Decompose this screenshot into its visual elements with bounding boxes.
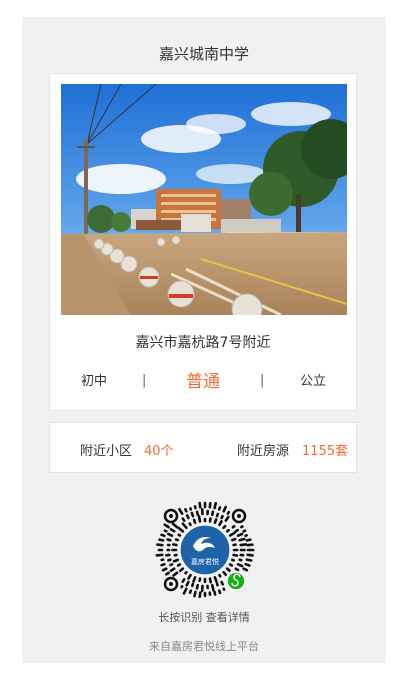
school-attributes: 初中 | 普通 | 公立	[50, 370, 356, 394]
separator: |	[142, 373, 147, 388]
school-address: 嘉兴市嘉杭路7号附近	[135, 335, 271, 351]
nearby-listings-count: 1155套	[302, 444, 349, 459]
scan-hint: 长按识别 查看详情	[158, 611, 250, 624]
poster-panel: 嘉兴城南中学 嘉兴市嘉杭路7号附近 初中 | 普通 | 公立 附近小区 40个 …	[22, 17, 386, 663]
nearby-listings-label: 附近房源	[237, 444, 290, 459]
qr-code-graphic: 嘉房君悦	[153, 498, 257, 602]
mini-program-code[interactable]: 嘉房君悦	[153, 498, 257, 602]
school-ownership: 公立	[300, 374, 327, 389]
nearby-communities-label: 附近小区	[80, 444, 133, 459]
school-card: 嘉兴市嘉杭路7号附近 初中 | 普通 | 公立	[49, 73, 357, 411]
school-category: 普通	[186, 372, 220, 392]
separator: |	[260, 373, 265, 388]
nearby-communities-count: 40个	[144, 444, 174, 459]
source-footer: 来自嘉房君悦线上平台	[149, 640, 259, 653]
street-scene-image	[61, 84, 347, 315]
school-name: 嘉兴城南中学	[158, 45, 249, 63]
school-photo	[61, 84, 347, 315]
school-level: 初中	[81, 374, 108, 389]
svg-text:嘉房君悦: 嘉房君悦	[191, 557, 219, 566]
nearby-stats-card: 附近小区 40个 附近房源 1155套	[49, 422, 357, 473]
